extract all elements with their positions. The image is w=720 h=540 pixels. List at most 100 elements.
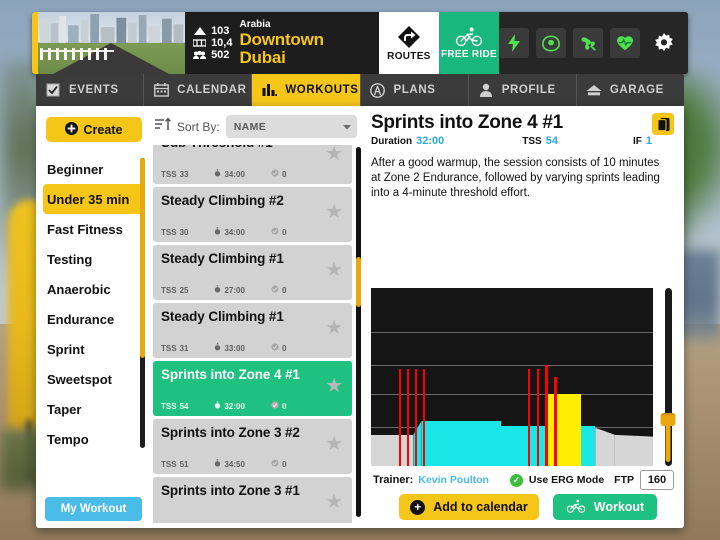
power-up-button[interactable] bbox=[499, 28, 530, 58]
stopwatch-icon bbox=[214, 285, 221, 295]
my-workout-button[interactable]: My Workout bbox=[45, 497, 142, 521]
stopwatch-icon bbox=[214, 169, 221, 179]
category-item-anaerobic[interactable]: Anaerobic bbox=[36, 274, 151, 304]
list-item[interactable]: Sprints into Zone 3 #1 ★ bbox=[153, 477, 352, 523]
category-item-taper[interactable]: Taper bbox=[36, 394, 151, 424]
workout-profile-chart[interactable] bbox=[371, 288, 653, 466]
category-item-endurance[interactable]: Endurance bbox=[36, 304, 151, 334]
cyclist-icon bbox=[455, 27, 483, 47]
ftp-input[interactable]: 160 bbox=[640, 470, 674, 490]
tab-plans[interactable]: PLANS bbox=[361, 74, 469, 106]
workout-points: 0 bbox=[271, 169, 286, 179]
workout-points-value: 0 bbox=[281, 401, 287, 411]
zoom-slider-knob[interactable] bbox=[660, 413, 676, 426]
stopwatch-icon bbox=[214, 459, 221, 469]
stat-distance: 10,4 bbox=[193, 37, 232, 49]
checkbox-icon bbox=[45, 82, 61, 98]
start-workout-button[interactable]: Workout bbox=[553, 494, 657, 520]
list-item[interactable]: Steady Climbing #1 ★ TSS 25 27:00 0 bbox=[153, 245, 352, 300]
favorite-star-icon[interactable]: ★ bbox=[325, 492, 343, 512]
fan-button[interactable] bbox=[573, 28, 604, 58]
category-item-sweetspot[interactable]: Sweetspot bbox=[36, 364, 151, 394]
chart-segment bbox=[595, 427, 615, 466]
workout-list-scrollbar[interactable] bbox=[356, 147, 361, 517]
tab-workouts[interactable]: WORKOUTS bbox=[252, 74, 361, 106]
favorite-star-icon[interactable]: ★ bbox=[325, 202, 343, 222]
workout-duration: 34:50 bbox=[214, 459, 245, 469]
map-button[interactable] bbox=[536, 28, 567, 58]
detail-tss-value: 54 bbox=[545, 135, 558, 147]
routes-label: ROUTES bbox=[387, 50, 431, 62]
cyclist-icon bbox=[566, 499, 586, 516]
workout-tss-value: 51 bbox=[179, 459, 189, 469]
badge-icon bbox=[271, 227, 279, 237]
category-scrollbar-thumb[interactable] bbox=[140, 158, 145, 358]
sort-select[interactable]: NAME bbox=[225, 115, 357, 138]
erg-controls: ✓ Use ERG Mode FTP 160 bbox=[509, 470, 674, 490]
tab-calendar-label: CALENDAR bbox=[177, 84, 247, 96]
heart-rate-button[interactable] bbox=[610, 28, 641, 58]
category-scrollbar[interactable] bbox=[140, 158, 145, 448]
workout-duration: 34:00 bbox=[214, 169, 245, 179]
category-label: Tempo bbox=[47, 431, 89, 447]
workout-meta: TSS 25 27:00 0 bbox=[161, 285, 286, 295]
stat-elevation-value: 103 bbox=[211, 24, 230, 37]
tab-garage[interactable]: GARAGE bbox=[577, 74, 684, 106]
chart-gridline-2 bbox=[371, 365, 653, 367]
tab-calendar[interactable]: CALENDAR bbox=[144, 74, 253, 106]
add-to-calendar-button[interactable]: + Add to calendar bbox=[399, 494, 539, 520]
favorite-star-icon[interactable]: ★ bbox=[325, 376, 343, 396]
workout-notes-button[interactable] bbox=[652, 113, 674, 135]
chart-gridline-3 bbox=[371, 332, 653, 334]
category-item-sprint[interactable]: Sprint bbox=[36, 334, 151, 364]
workout-points-value: 0 bbox=[281, 285, 287, 295]
list-item[interactable]: Sub Threshold #1 ★ TSS 33 34:00 0 bbox=[153, 145, 352, 184]
zoom-slider[interactable] bbox=[660, 288, 676, 466]
chart-sprint-bar bbox=[536, 369, 539, 466]
list-item[interactable]: Steady Climbing #2 ★ TSS 30 34:00 0 bbox=[153, 187, 352, 242]
detail-tss: TSS 54 bbox=[522, 135, 558, 147]
favorite-star-icon[interactable]: ★ bbox=[325, 145, 343, 164]
category-item-tempo[interactable]: Tempo bbox=[36, 424, 151, 454]
workout-tss: TSS 30 bbox=[161, 228, 188, 237]
list-item[interactable]: Steady Climbing #1 ★ TSS 31 33:00 0 bbox=[153, 303, 352, 358]
category-item-fast-fitness[interactable]: Fast Fitness bbox=[36, 214, 151, 244]
category-item-testing[interactable]: Testing bbox=[36, 244, 151, 274]
list-item-selected[interactable]: Sprints into Zone 4 #1 ★ TSS 54 32:00 0 bbox=[153, 361, 352, 416]
chart-sprint-bar bbox=[422, 369, 425, 466]
tab-profile[interactable]: PROFILE bbox=[469, 74, 577, 106]
workout-name: Steady Climbing #1 bbox=[161, 251, 284, 266]
favorite-star-icon[interactable]: ★ bbox=[325, 434, 343, 454]
world-stats-box: 103 10,4 502 Arabia Downtown Dubai bbox=[185, 12, 379, 74]
category-label: Sprint bbox=[47, 341, 85, 357]
workout-list[interactable]: TSS 43 32:00 0 bbox=[151, 145, 363, 523]
route-arrow-icon bbox=[397, 25, 420, 48]
trainer-name: Kevin Poulton bbox=[418, 474, 489, 486]
create-workout-button[interactable]: Create bbox=[45, 117, 142, 142]
favorite-star-icon[interactable]: ★ bbox=[325, 318, 343, 338]
bars-icon bbox=[261, 82, 277, 98]
free-ride-button[interactable]: FREE RIDE bbox=[438, 12, 500, 74]
stopwatch-icon bbox=[214, 401, 221, 411]
workout-list-scrollbar-thumb[interactable] bbox=[356, 257, 361, 307]
chart-gridline-1 bbox=[371, 393, 653, 395]
add-to-calendar-label: Add to calendar bbox=[433, 500, 528, 514]
workout-name: Sprints into Zone 4 #1 bbox=[161, 367, 300, 382]
action-button-row: + Add to calendar Workout bbox=[373, 494, 674, 520]
workout-points: 0 bbox=[271, 401, 286, 411]
world-place: Downtown Dubai bbox=[239, 30, 324, 67]
tab-events-label: EVENTS bbox=[69, 84, 119, 96]
workout-tss-key: TSS bbox=[161, 343, 177, 353]
workout-points-value: 0 bbox=[281, 343, 287, 353]
category-item-under-35-min[interactable]: Under 35 min bbox=[43, 184, 143, 214]
list-item[interactable]: Sprints into Zone 3 #2 ★ TSS 51 34:50 0 bbox=[153, 419, 352, 474]
world-preview-image bbox=[37, 12, 186, 74]
tab-events[interactable]: EVENTS bbox=[36, 74, 145, 106]
chart-sprint-bar bbox=[527, 369, 530, 466]
erg-checkbox[interactable]: ✓ bbox=[509, 473, 523, 487]
settings-button[interactable] bbox=[649, 28, 679, 58]
favorite-star-icon[interactable]: ★ bbox=[325, 260, 343, 280]
category-item-beginner[interactable]: Beginner bbox=[36, 154, 151, 184]
routes-button[interactable]: ROUTES bbox=[378, 12, 439, 74]
workout-meta: TSS 31 33:00 0 bbox=[161, 343, 286, 353]
